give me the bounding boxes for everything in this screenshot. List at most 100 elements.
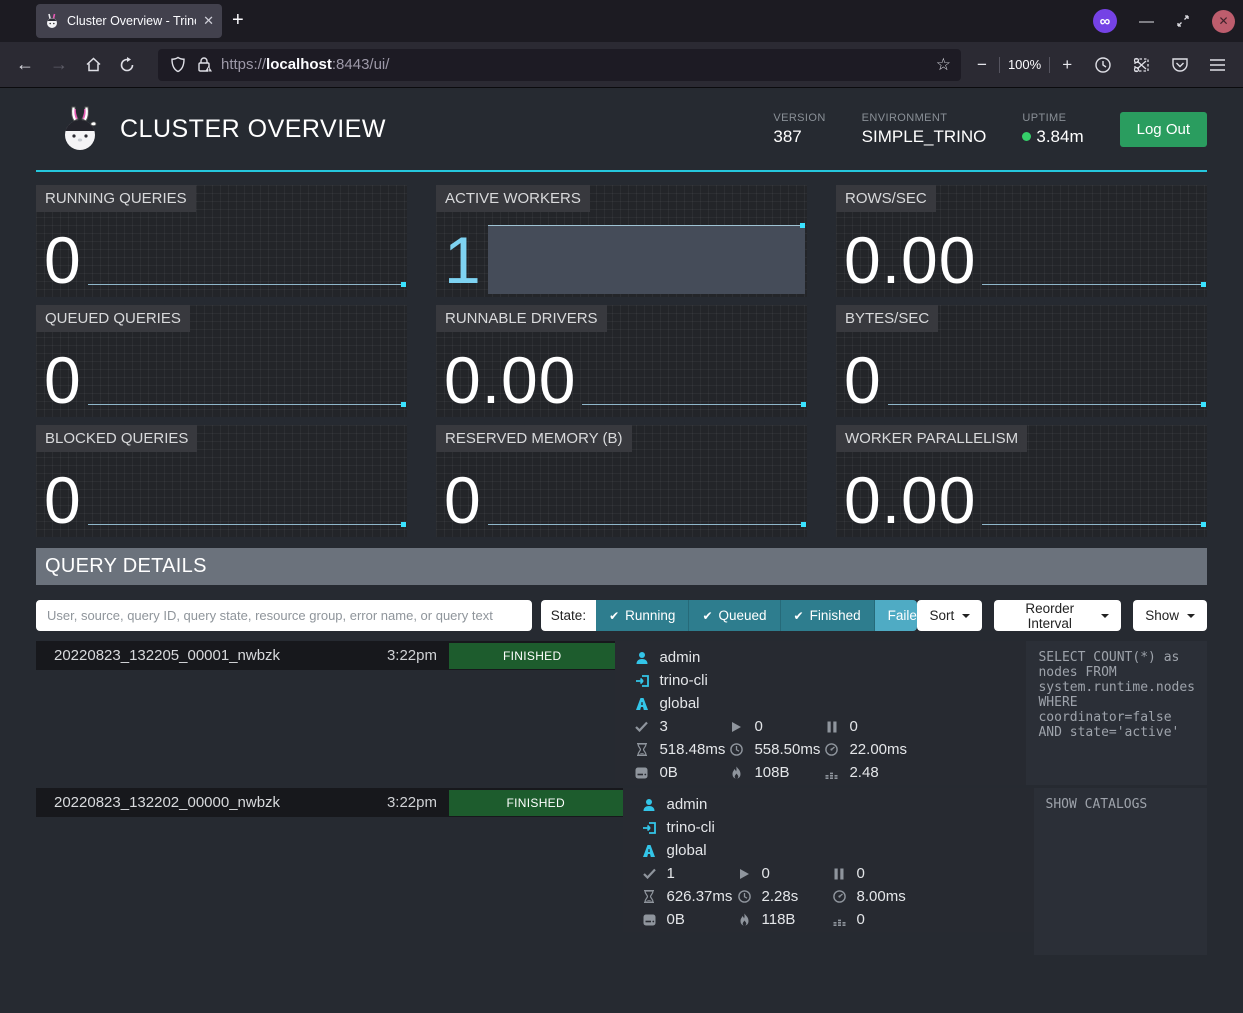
forward-button[interactable]: →	[42, 49, 76, 81]
bookmark-star-icon[interactable]: ☆	[936, 55, 951, 75]
state-queued-button[interactable]: ✔Queued	[688, 600, 779, 631]
logout-button[interactable]: Log Out	[1120, 112, 1207, 147]
running-splits-icon	[728, 721, 745, 733]
back-button[interactable]: ←	[8, 49, 42, 81]
pocket-icon[interactable]	[1171, 56, 1189, 74]
wall-time-hourglass-icon	[633, 743, 650, 756]
stat-card-blocked-queries: 0 BLOCKED QUERIES	[36, 425, 407, 537]
sparkline-dot	[401, 402, 406, 407]
stat-value: 0.00	[844, 467, 976, 537]
parallelism: 2.48	[849, 764, 878, 781]
query-user: admin	[659, 649, 700, 666]
user-icon	[633, 651, 650, 665]
query-time: 3:22pm	[387, 794, 437, 811]
stat-card-queued-queries: 0 QUEUED QUERIES	[36, 305, 407, 417]
query-header: 20220823_132202_00000_nwbzk 3:22pm	[36, 788, 447, 817]
sparkline	[488, 524, 805, 525]
stat-card-reserved-memory: 0 RESERVED MEMORY (B)	[436, 425, 807, 537]
private-browsing-icon: ∞	[1093, 9, 1117, 33]
query-resource-group: global	[659, 695, 699, 712]
query-sql-text: SELECT COUNT(*) as nodes FROM system.run…	[1026, 641, 1207, 749]
window-minimize-button[interactable]: —	[1139, 13, 1154, 30]
query-id-link[interactable]: 20220823_132205_00001_nwbzk	[54, 647, 280, 664]
sparkline	[982, 284, 1205, 285]
home-button[interactable]	[76, 49, 110, 81]
sparkline-dot	[1201, 402, 1206, 407]
state-running-button[interactable]: ✔Running	[596, 600, 688, 631]
stat-value: 0	[844, 347, 882, 417]
window-close-button[interactable]: ✕	[1212, 10, 1235, 33]
reorder-interval-dropdown[interactable]: Reorder Interval	[994, 600, 1121, 631]
user-icon	[641, 798, 658, 812]
queued-splits-icon	[831, 868, 848, 880]
wall-time: 626.37ms	[667, 888, 733, 905]
uptime-stat: UPTIME 3.84m	[1022, 112, 1083, 147]
reload-button[interactable]	[110, 49, 144, 81]
sparkline-area	[488, 225, 805, 294]
queued-splits-icon	[823, 721, 840, 733]
sparkline-dot	[1201, 522, 1206, 527]
running-splits: 0	[762, 865, 770, 882]
stat-label: BLOCKED QUERIES	[36, 425, 197, 452]
sparkline	[88, 284, 405, 285]
query-row: 20220823_132202_00000_nwbzk 3:22pm FINIS…	[36, 788, 1207, 955]
wall-time-hourglass-icon	[641, 890, 658, 903]
browser-navbar: ← → https://localhost:8443/ui/ ☆ − 100% …	[0, 42, 1243, 88]
query-details-header: QUERY DETAILS	[36, 548, 1207, 585]
query-sql-panel: SHOW CATALOGS	[1034, 788, 1208, 955]
stat-label: ROWS/SEC	[836, 185, 936, 212]
state-failed-dropdown[interactable]: Failed	[874, 600, 918, 631]
caret-down-icon	[962, 614, 970, 618]
status-badge: FINISHED	[449, 790, 623, 816]
sparkline-dot	[801, 522, 806, 527]
window-restore-button[interactable]	[1176, 14, 1190, 28]
shield-icon[interactable]	[170, 56, 186, 73]
current-memory: 0B	[667, 911, 685, 928]
sparkline	[982, 524, 1205, 525]
resource-group-road-icon	[633, 697, 650, 711]
stat-card-runnable-drivers: 0.00 RUNNABLE DRIVERS	[436, 305, 807, 417]
parallelism-chart-icon	[831, 914, 848, 926]
tab-close-icon[interactable]: ✕	[203, 13, 214, 29]
query-id-link[interactable]: 20220823_132202_00000_nwbzk	[54, 794, 280, 811]
stat-card-active-workers: 1 ACTIVE WORKERS	[436, 185, 807, 297]
history-clock-icon[interactable]	[1094, 56, 1112, 74]
browser-tab[interactable]: Cluster Overview - Trino ✕	[36, 4, 222, 38]
stat-value: 1	[444, 227, 482, 297]
lock-warning-icon[interactable]	[196, 56, 213, 73]
trino-bunny-logo	[58, 105, 102, 153]
zoom-out-button[interactable]: −	[973, 55, 991, 75]
sort-dropdown[interactable]: Sort	[917, 600, 982, 631]
screenshot-scissors-icon[interactable]	[1132, 56, 1151, 74]
completed-splits: 1	[667, 865, 675, 882]
new-tab-button[interactable]: +	[232, 9, 244, 32]
stat-card-worker-parallelism: 0.00 WORKER PARALLELISM	[836, 425, 1207, 537]
url-bar[interactable]: https://localhost:8443/ui/ ☆	[158, 49, 961, 81]
zoom-in-button[interactable]: +	[1058, 55, 1076, 75]
query-search-input[interactable]	[36, 600, 532, 631]
source-login-icon	[641, 821, 658, 835]
elapsed-time: 558.50ms	[754, 741, 820, 758]
sparkline-dot	[800, 223, 805, 228]
stat-value: 0.00	[844, 227, 976, 297]
query-time: 3:22pm	[387, 647, 437, 664]
elapsed-time-clock-icon	[728, 743, 745, 756]
cpu-time: 8.00ms	[857, 888, 906, 905]
zoom-level-button[interactable]: 100%	[1008, 57, 1041, 72]
elapsed-time: 2.28s	[762, 888, 799, 905]
state-finished-button[interactable]: ✔Finished	[780, 600, 874, 631]
current-memory-icon	[641, 914, 658, 926]
url-text[interactable]: https://localhost:8443/ui/	[221, 56, 936, 73]
resource-group-road-icon	[641, 844, 658, 858]
completed-splits: 3	[659, 718, 667, 735]
query-list: 20220823_132205_00001_nwbzk 3:22pm FINIS…	[36, 641, 1207, 955]
show-dropdown[interactable]: Show	[1133, 600, 1207, 631]
page-header: CLUSTER OVERVIEW VERSION 387 ENVIRONMENT…	[36, 88, 1207, 172]
sparkline	[888, 404, 1205, 405]
menu-hamburger-icon[interactable]	[1209, 58, 1226, 72]
stat-card-rows-sec: 0.00 ROWS/SEC	[836, 185, 1207, 297]
query-user: admin	[667, 796, 708, 813]
stat-value: 0	[44, 467, 82, 537]
sparkline-dot	[1201, 282, 1206, 287]
stat-label: ACTIVE WORKERS	[436, 185, 590, 212]
